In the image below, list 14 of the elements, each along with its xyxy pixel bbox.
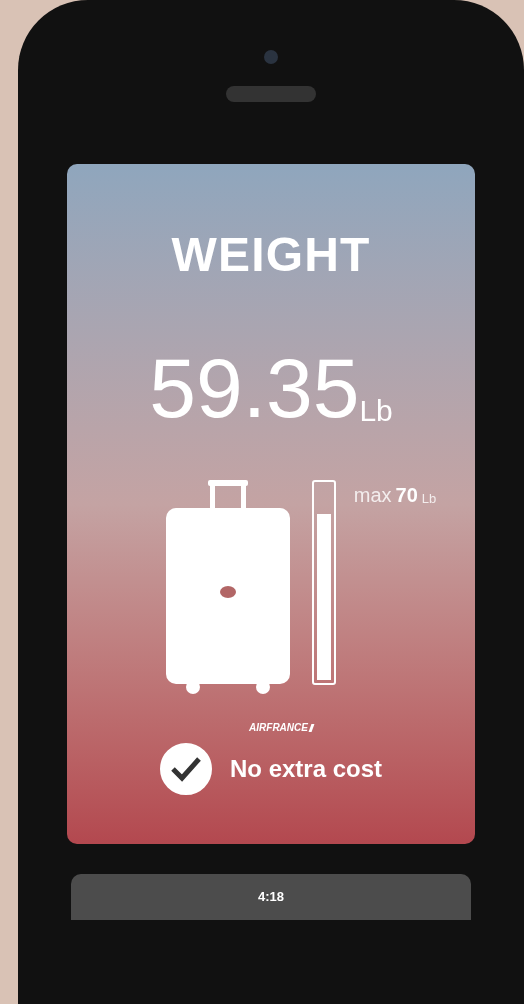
limit-value: 70 [395, 483, 418, 508]
camera-icon [264, 50, 278, 64]
weight-unit: Lb [359, 396, 393, 426]
checkmark-icon [169, 756, 202, 782]
limit-prefix: max [353, 483, 392, 508]
time-text: 4:18 [258, 888, 284, 907]
speaker-icon [226, 86, 316, 102]
limit-unit: Lb [421, 489, 437, 508]
airline-logo: AIRFRANCE [249, 721, 308, 735]
screen-title: WEIGHT [171, 227, 371, 283]
suitcase-icon [165, 480, 290, 695]
status-text: No extra cost [229, 754, 383, 784]
weight-value: 59.35 [149, 346, 360, 430]
slash-icon [308, 723, 315, 732]
